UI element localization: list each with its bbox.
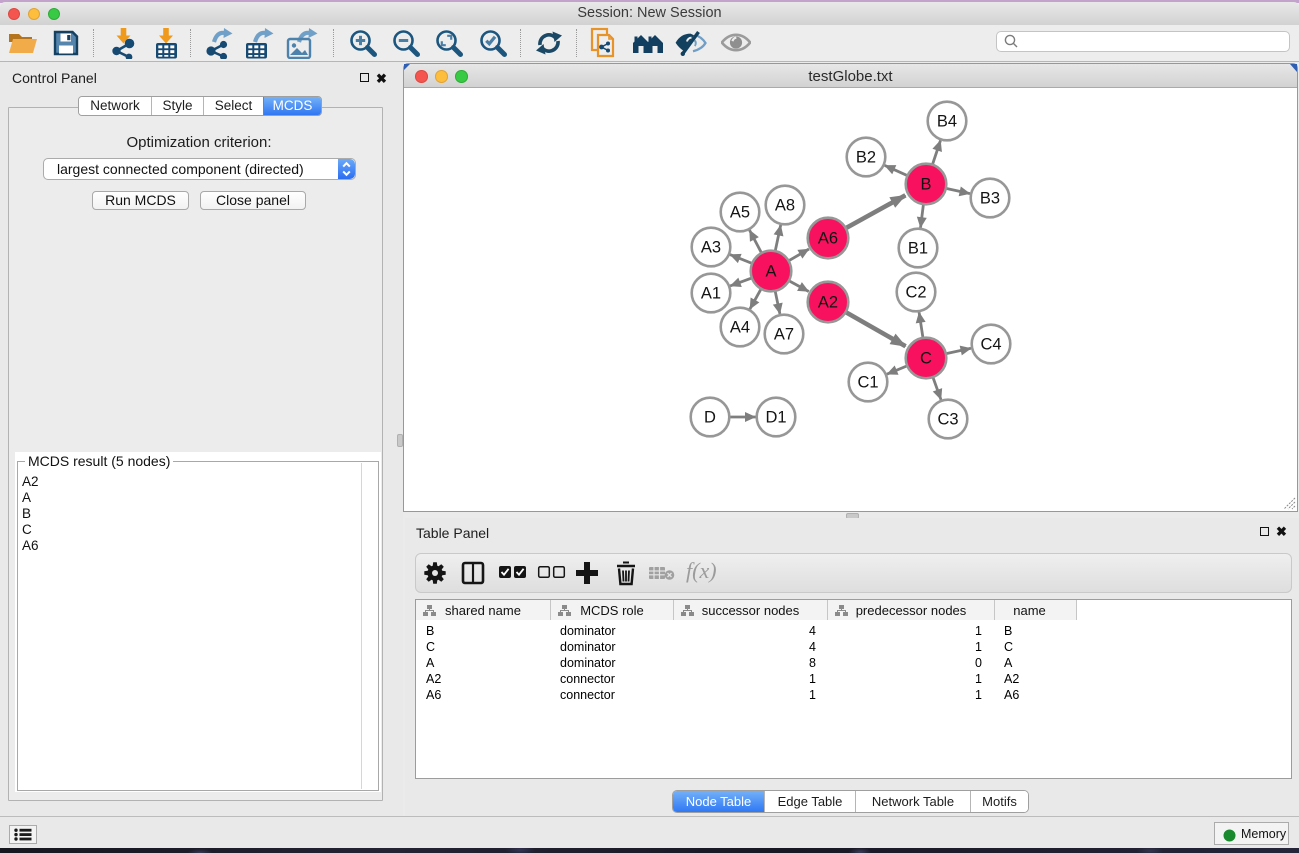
svg-text:C2: C2 — [905, 284, 926, 302]
svg-text:B3: B3 — [980, 190, 1000, 208]
svg-text:D: D — [704, 409, 716, 427]
svg-text:B: B — [920, 176, 931, 194]
svg-text:A4: A4 — [730, 319, 750, 337]
svg-text:A7: A7 — [774, 326, 794, 344]
svg-text:A8: A8 — [775, 197, 795, 215]
svg-text:A2: A2 — [818, 294, 838, 312]
svg-text:C4: C4 — [980, 336, 1001, 354]
svg-text:B1: B1 — [908, 240, 928, 258]
svg-text:A1: A1 — [701, 285, 721, 303]
svg-text:D1: D1 — [765, 409, 786, 427]
svg-text:A5: A5 — [730, 204, 750, 222]
svg-text:C: C — [920, 350, 932, 368]
svg-text:A3: A3 — [701, 239, 721, 257]
svg-text:C1: C1 — [857, 374, 878, 392]
svg-text:A: A — [765, 263, 776, 281]
svg-text:B4: B4 — [937, 113, 957, 131]
svg-text:C3: C3 — [937, 411, 958, 429]
svg-text:B2: B2 — [856, 149, 876, 167]
svg-text:A6: A6 — [818, 230, 838, 248]
